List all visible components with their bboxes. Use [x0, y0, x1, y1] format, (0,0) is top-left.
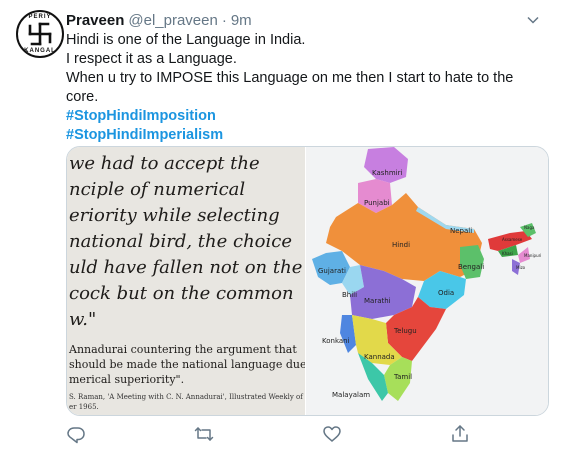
map-label: Odia: [438, 289, 454, 297]
book-small-line: should be made the national language due…: [69, 358, 322, 371]
chevron-down-icon[interactable]: [525, 12, 541, 28]
tweet-media[interactable]: we had to accept the nciple of numerical…: [66, 146, 549, 416]
india-language-map-image[interactable]: Kashmiri Punjabi Nepali Hindi Gujarati B…: [305, 147, 548, 415]
tweet-line: I respect it as a Language.: [66, 51, 237, 67]
map-label: Nepali: [450, 227, 472, 235]
map-label: Telugu: [393, 327, 417, 335]
map-label: Punjabi: [364, 199, 390, 207]
book-citation: S. Raman, 'A Meeting with C. N. Annadura…: [69, 393, 326, 401]
map-label: Hindi: [392, 241, 410, 249]
book-line: nciple of numerical: [69, 179, 246, 200]
book-line: we had to accept the: [69, 153, 260, 174]
map-label: Gujarati: [318, 267, 346, 275]
avatar-bottom-text: KANGAL: [24, 48, 56, 54]
tweet-header: Praveen @el_praveen · 9m: [66, 10, 545, 30]
book-small-line: merical superiority".: [69, 373, 185, 386]
tweet-time[interactable]: 9m: [231, 12, 252, 29]
like-icon[interactable]: [322, 424, 342, 444]
map-label: Assamese: [502, 237, 523, 242]
map-label: Tamil: [393, 373, 412, 381]
book-citation: er 1965.: [69, 403, 99, 411]
share-icon[interactable]: [450, 424, 470, 444]
india-language-map: Kashmiri Punjabi Nepali Hindi Gujarati B…: [312, 147, 541, 401]
author-name[interactable]: Praveen: [66, 12, 124, 29]
book-line: national bird, the choice: [69, 231, 293, 252]
hashtag-link[interactable]: #StopHindiImposition: [66, 107, 546, 126]
author-handle[interactable]: @el_praveen: [128, 12, 217, 29]
retweet-icon[interactable]: [194, 424, 214, 444]
map-label: Khasi: [502, 251, 513, 256]
map-label: Bhili: [342, 291, 357, 299]
map-label: Marathi: [364, 297, 391, 305]
book-small-line: Annadurai countering the argument that: [69, 343, 297, 356]
tweet-text: Hindi is one of the Language in India. I…: [66, 31, 546, 145]
book-line: uld have fallen not on the: [69, 257, 303, 278]
map-label: Konkani: [322, 337, 350, 345]
separator-dot: ·: [221, 11, 227, 29]
region-kashmiri: [364, 147, 408, 183]
map-label: Bengali: [458, 263, 484, 271]
tweet-line: When u try to IMPOSE this Language on me…: [66, 70, 514, 105]
swastika-emblem-icon: [28, 22, 52, 46]
tweet-actions: [66, 424, 486, 444]
avatar-top-text: PERIY: [28, 14, 52, 20]
map-label: Kannada: [364, 353, 395, 361]
map-label: Naga: [524, 225, 535, 230]
book-line: w.": [69, 309, 97, 330]
book-line: eriority while selecting: [69, 205, 280, 226]
reply-icon[interactable]: [66, 424, 86, 444]
hashtag-link[interactable]: #StopHindiImperialism: [66, 126, 546, 145]
tweet-line: Hindi is one of the Language in India.: [66, 32, 306, 48]
avatar[interactable]: PERIY KANGAL: [16, 10, 64, 58]
book-page-image[interactable]: we had to accept the nciple of numerical…: [67, 147, 325, 415]
map-label: Manipuri: [524, 253, 541, 258]
book-line: cock but on the common: [69, 283, 294, 304]
map-label: Malayalam: [332, 391, 370, 399]
map-label: Kashmiri: [372, 169, 402, 177]
map-label: Mizo: [516, 265, 526, 270]
